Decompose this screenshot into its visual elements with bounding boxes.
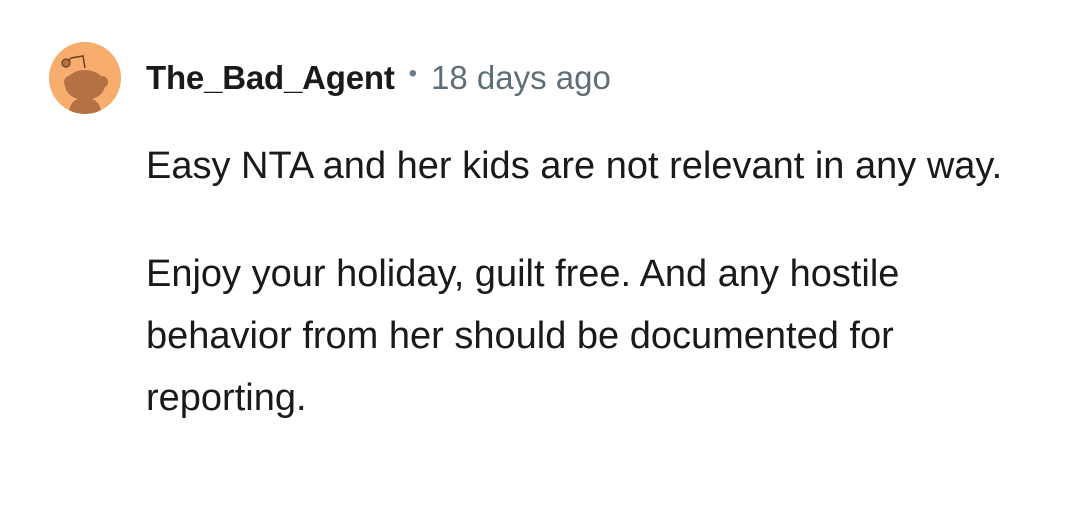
comment-body: Easy NTA and her kids are not relevant i… <box>146 135 1026 429</box>
comment-timestamp: 18 days ago <box>431 59 611 96</box>
username-link[interactable]: The_Bad_Agent <box>146 59 395 97</box>
meta-separator: • <box>408 60 418 87</box>
comment-card: The_Bad_Agent • 18 days ago Easy NTA and… <box>0 0 1080 511</box>
comment-paragraph-1: Easy NTA and her kids are not relevant i… <box>146 145 1003 187</box>
comment-paragraph-2: Enjoy your holiday, guilt free. And any … <box>146 253 900 419</box>
snoo-avatar-icon <box>49 42 121 114</box>
user-avatar[interactable] <box>49 42 121 114</box>
comment-meta: The_Bad_Agent • 18 days ago <box>146 58 611 98</box>
